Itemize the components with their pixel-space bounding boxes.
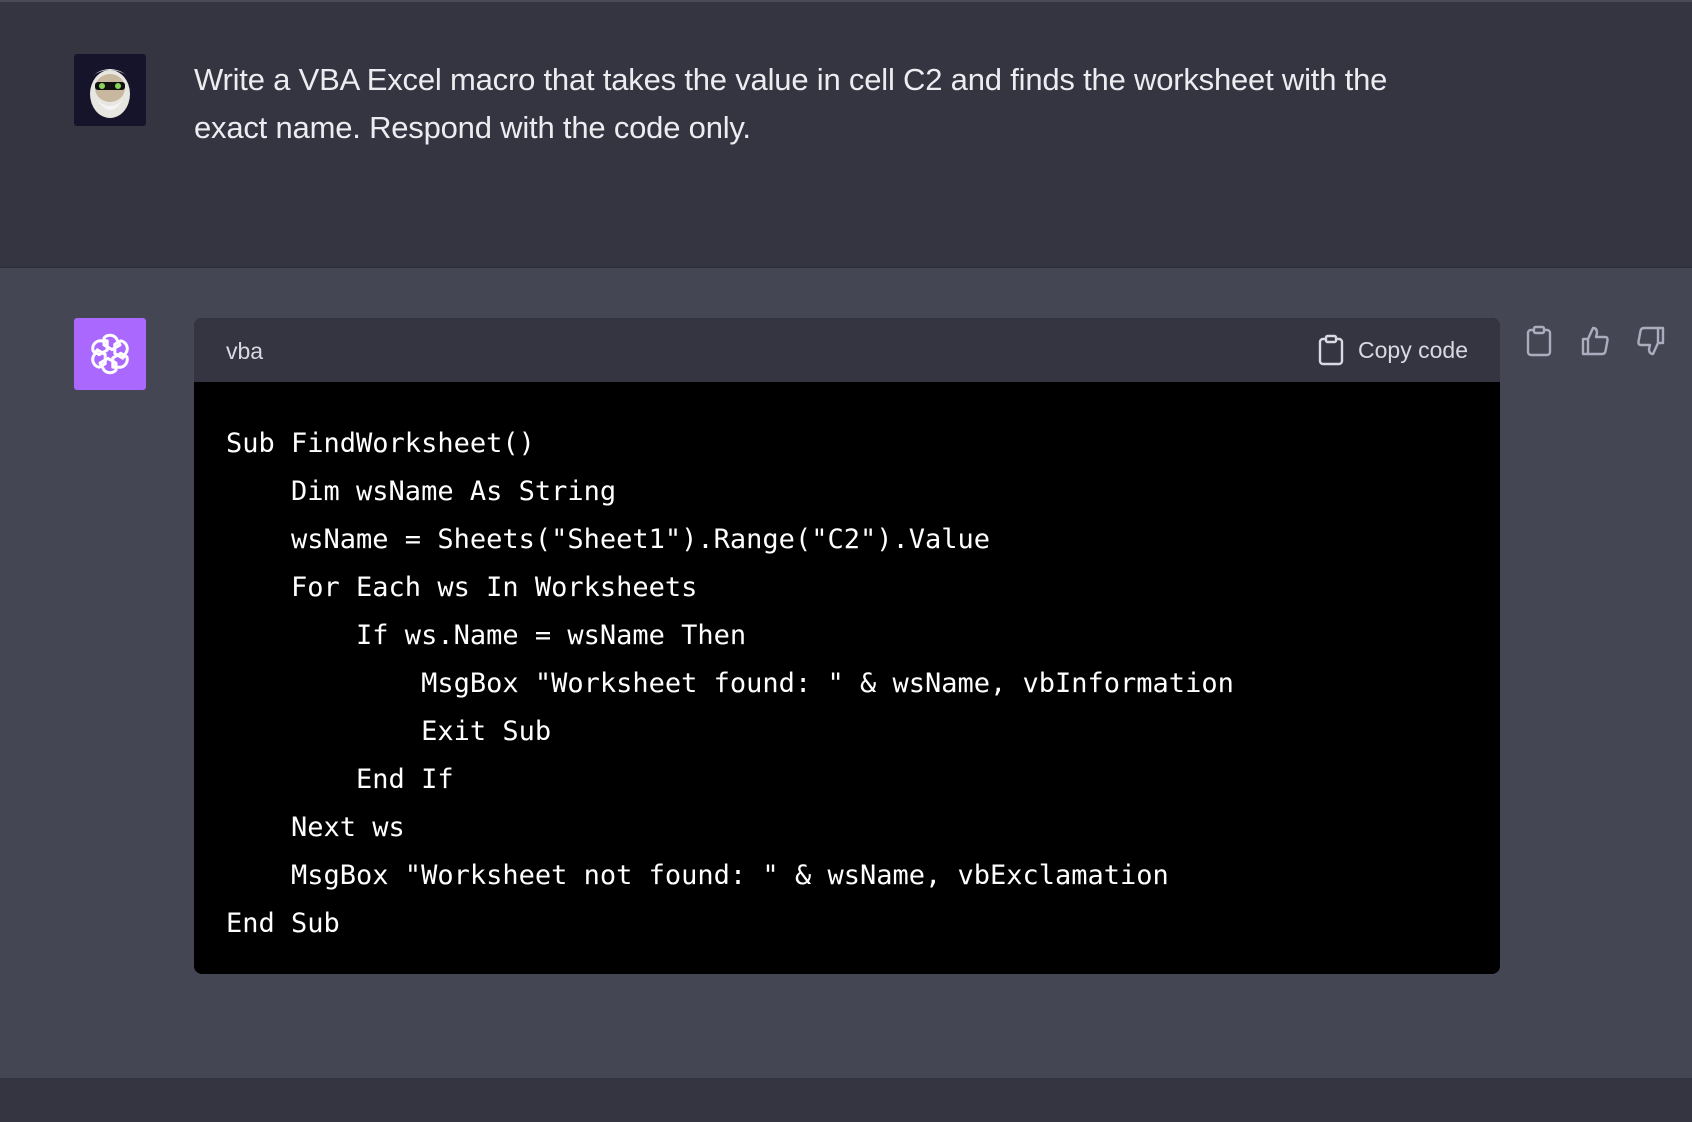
code-line: End If <box>226 764 454 795</box>
code-line: For Each ws In Worksheets <box>226 572 698 603</box>
copy-code-label: Copy code <box>1358 336 1468 363</box>
code-line: Exit Sub <box>226 716 552 747</box>
user-avatar <box>74 54 146 126</box>
code-line: MsgBox "Worksheet not found: " & wsName,… <box>226 860 1169 891</box>
bottom-area <box>0 1078 1692 1122</box>
code-block: vba Copy code Sub FindWorksheet() Dim ws… <box>194 318 1500 974</box>
user-prompt-text: Write a VBA Excel macro that takes the v… <box>194 62 1388 145</box>
code-block-header: vba Copy code <box>194 318 1500 382</box>
code-line: Next ws <box>226 812 405 843</box>
code-language-label: vba <box>226 338 264 364</box>
code-line: End Sub <box>226 908 340 939</box>
code-line: Sub FindWorksheet() <box>226 428 535 459</box>
code-line: wsName = Sheets("Sheet1").Range("C2").Va… <box>226 524 991 555</box>
openai-logo-icon <box>91 333 129 375</box>
user-avatar-icon <box>74 54 146 126</box>
code-content: Sub FindWorksheet() Dim wsName As String… <box>194 382 1500 948</box>
thumbs-down-icon <box>1637 326 1665 356</box>
code-line: If ws.Name = wsName Then <box>226 620 747 651</box>
thumbs-down-button[interactable] <box>1634 324 1668 358</box>
code-line: Dim wsName As String <box>226 476 617 507</box>
clipboard-icon <box>1318 334 1344 366</box>
code-line: MsgBox "Worksheet found: " & wsName, vbI… <box>226 668 1234 699</box>
assistant-avatar <box>74 318 146 390</box>
assistant-message-row: vba Copy code Sub FindWorksheet() Dim ws… <box>0 268 1692 1078</box>
message-actions <box>1522 324 1668 358</box>
copy-code-button[interactable]: Copy code <box>1318 333 1468 367</box>
copy-message-button[interactable] <box>1522 324 1556 358</box>
thumbs-up-button[interactable] <box>1578 324 1612 358</box>
thumbs-up-icon <box>1581 326 1609 356</box>
user-message-row: Write a VBA Excel macro that takes the v… <box>0 0 1692 268</box>
clipboard-icon <box>1526 325 1552 357</box>
